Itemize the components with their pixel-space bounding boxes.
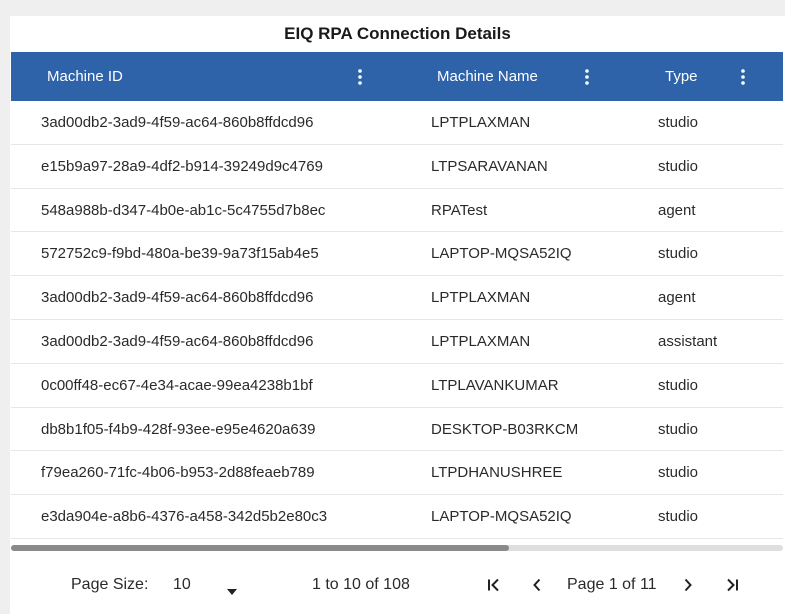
table-row[interactable]: 3ad00db2-3ad9-4f59-ac64-860b8ffdcd96 LPT… (11, 276, 783, 320)
scrollbar-thumb[interactable] (11, 545, 509, 551)
table-row[interactable]: e15b9a97-28a9-4df2-b914-39249d9c4769 LTP… (11, 145, 783, 189)
column-header-machine-name[interactable]: Machine Name (437, 52, 538, 101)
machine-id-cell: 3ad00db2-3ad9-4f59-ac64-860b8ffdcd96 (41, 114, 314, 131)
machine-name-cell: RPATest (431, 201, 488, 219)
machine-name-cell: LTPDHANUSHREE (431, 464, 563, 482)
column-menu-icon[interactable] (733, 52, 753, 101)
type-cell: agent (658, 289, 696, 307)
type-cell: studio (658, 376, 699, 394)
machine-id-cell: 572752c9-f9bd-480a-be39-9a73f15ab4e5 (41, 245, 319, 263)
machine-id-cell: 0c00ff48-ec67-4e34-acae-99ea4238b1bf (41, 376, 313, 394)
table-header: Machine ID Machine Name Type (11, 52, 783, 101)
machine-id-cell: 3ad00db2-3ad9-4f59-ac64-860b8ffdcd96 (41, 332, 314, 350)
machine-name-cell: LAPTOP-MQSA52IQ (431, 245, 572, 263)
table-row[interactable]: 0c00ff48-ec67-4e34-acae-99ea4238b1bf LTP… (11, 364, 783, 408)
machine-name-cell: LTPSARAVANAN (431, 157, 548, 175)
machine-name-cell: LTPLAVANKUMAR (431, 376, 559, 394)
type-cell: studio (658, 420, 699, 438)
caret-down-icon (227, 582, 237, 600)
machine-name-cell: DESKTOP-B03RKCM (431, 420, 579, 438)
page-size-value: 10 (173, 576, 191, 593)
table-row[interactable]: 572752c9-f9bd-480a-be39-9a73f15ab4e5 LAP… (11, 232, 783, 277)
page-size-label: Page Size: (71, 576, 149, 593)
horizontal-scrollbar[interactable] (11, 545, 783, 551)
machine-id-cell: 3ad00db2-3ad9-4f59-ac64-860b8ffdcd96 (41, 289, 314, 307)
type-cell: studio (658, 464, 699, 482)
column-menu-icon[interactable] (350, 52, 370, 101)
machine-name-cell: LPTPLAXMAN (431, 114, 531, 131)
table-title: EIQ RPA Connection Details (284, 24, 511, 43)
page-size-select[interactable]: 10 (173, 556, 243, 614)
machine-id-cell: db8b1f05-f4b9-428f-93ee-e95e4620a639 (41, 420, 316, 438)
column-header-machine-id[interactable]: Machine ID (47, 52, 123, 101)
table-row[interactable]: 3ad00db2-3ad9-4f59-ac64-860b8ffdcd96 LPT… (11, 101, 783, 145)
table-row[interactable]: db8b1f05-f4b9-428f-93ee-e95e4620a639 DES… (11, 408, 783, 452)
machine-id-cell: e15b9a97-28a9-4df2-b914-39249d9c4769 (41, 157, 323, 175)
table-body: 3ad00db2-3ad9-4f59-ac64-860b8ffdcd96 LPT… (11, 101, 783, 539)
connection-details-panel: EIQ RPA Connection Details Machine ID Ma… (10, 16, 785, 614)
machine-id-cell: f79ea260-71fc-4b06-b953-2d88feaeb789 (41, 464, 315, 482)
type-cell: agent (658, 201, 696, 219)
machine-id-cell: e3da904e-a8b6-4376-a458-342d5b2e80c3 (41, 508, 328, 526)
column-menu-icon[interactable] (577, 52, 597, 101)
machine-id-cell: 548a988b-d347-4b0e-ab1c-5c4755d7b8ec (41, 201, 326, 219)
type-cell: studio (658, 508, 699, 526)
table-row[interactable]: e3da904e-a8b6-4376-a458-342d5b2e80c3 LAP… (11, 495, 783, 539)
type-cell: assistant (658, 332, 718, 350)
machine-name-cell: LAPTOP-MQSA52IQ (431, 508, 572, 526)
row-range-text: 1 to 10 of 108 (312, 576, 410, 593)
chevron-left-icon[interactable] (525, 556, 549, 614)
table-row[interactable]: 548a988b-d347-4b0e-ab1c-5c4755d7b8ec RPA… (11, 189, 783, 233)
column-header-type[interactable]: Type (665, 52, 698, 101)
type-cell: studio (658, 245, 699, 263)
machine-name-cell: LPTPLAXMAN (431, 289, 531, 307)
table-row[interactable]: f79ea260-71fc-4b06-b953-2d88feaeb789 LTP… (11, 451, 783, 496)
machine-name-cell: LPTPLAXMAN (431, 332, 531, 350)
first-page-icon[interactable] (482, 556, 506, 614)
chevron-right-icon[interactable] (676, 556, 700, 614)
last-page-icon[interactable] (720, 556, 744, 614)
type-cell: studio (658, 157, 699, 175)
type-cell: studio (658, 114, 699, 131)
pagination-bar: Page Size: 10 1 to 10 of 108 Page 1 of 1… (10, 556, 785, 614)
page-indicator: Page 1 of 11 (567, 576, 657, 593)
table-row[interactable]: 3ad00db2-3ad9-4f59-ac64-860b8ffdcd96 LPT… (11, 320, 783, 364)
